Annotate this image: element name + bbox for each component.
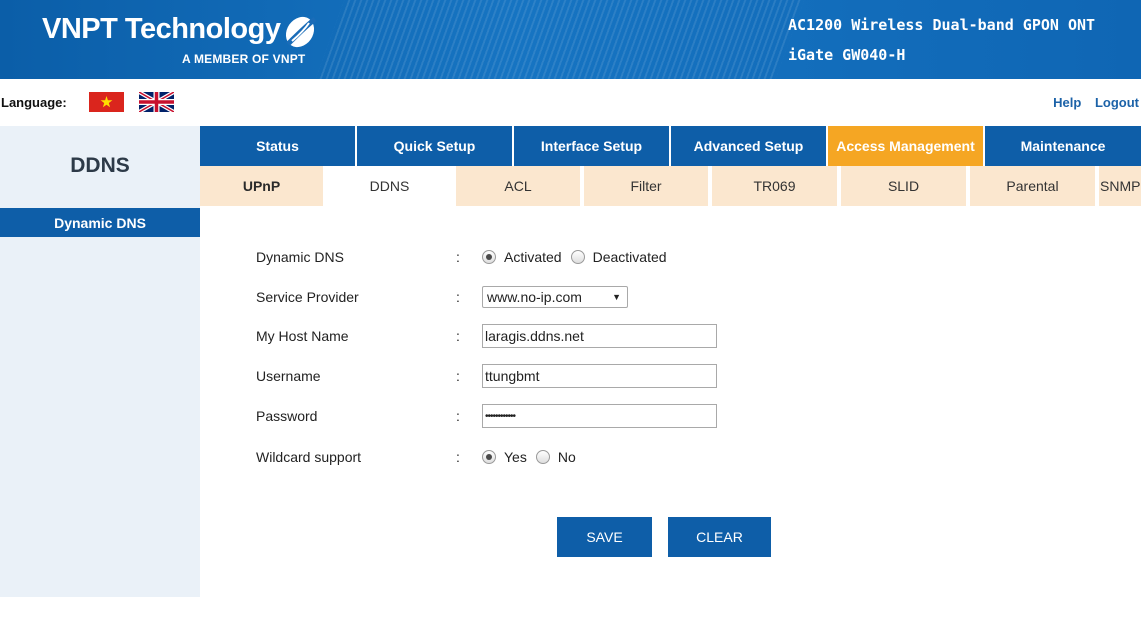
banner-decoration (315, 0, 805, 79)
password-label: Password (256, 408, 318, 424)
brand-name: VNPT Technology (42, 13, 281, 45)
save-button[interactable]: SAVE (557, 517, 652, 557)
deactivated-label: Deactivated (592, 249, 667, 265)
subtab-tr069[interactable]: TR069 (712, 166, 841, 206)
colon: : (456, 408, 460, 424)
wildcard-label: Wildcard support (256, 449, 362, 465)
dynamic-dns-radio-group: Activated Deactivated (482, 249, 676, 265)
dropdown-arrow-icon: ▼ (612, 292, 621, 302)
username-input[interactable]: ttungbmt (482, 364, 717, 388)
wildcard-row: Wildcard support : Yes No (256, 445, 585, 469)
wildcard-radio-group: Yes No (482, 449, 585, 465)
help-link[interactable]: Help (1053, 95, 1081, 110)
subtab-filter[interactable]: Filter (584, 166, 712, 206)
sub-nav: UPnP DDNS ACL Filter TR069 SLID Parental… (200, 166, 1141, 206)
wildcard-yes-option[interactable]: Yes (482, 449, 527, 465)
colon: : (456, 449, 460, 465)
sidebar-item-dynamic-dns[interactable]: Dynamic DNS (0, 208, 200, 237)
uk-flag-icon[interactable] (139, 92, 174, 112)
colon: : (456, 249, 460, 265)
username-label: Username (256, 368, 321, 384)
wildcard-no-label: No (557, 449, 576, 465)
main-nav: Status Quick Setup Interface Setup Advan… (200, 126, 1141, 166)
service-provider-label: Service Provider (256, 289, 359, 305)
sidebar-title: DDNS (70, 154, 130, 177)
host-name-label: My Host Name (256, 328, 349, 344)
vietnam-flag-icon[interactable] (89, 92, 124, 112)
deactivated-radio[interactable] (570, 250, 585, 264)
sidebar: DDNS Dynamic DNS (0, 126, 200, 597)
username-row: Username : ttungbmt (256, 364, 717, 388)
wildcard-yes-radio[interactable] (482, 450, 496, 464)
service-provider-value: www.no-ip.com (487, 289, 582, 305)
tab-advanced-setup[interactable]: Advanced Setup (671, 126, 828, 166)
activated-label: Activated (504, 249, 562, 265)
dynamic-dns-row: Dynamic DNS : Activated Deactivated (256, 245, 676, 269)
password-row: Password : •••••••••••• (256, 404, 717, 428)
service-provider-row: Service Provider : www.no-ip.com ▼ (256, 285, 628, 309)
host-name-input[interactable]: laragis.ddns.net (482, 324, 717, 348)
tab-interface-setup[interactable]: Interface Setup (514, 126, 671, 166)
host-name-row: My Host Name : laragis.ddns.net (256, 324, 717, 348)
wildcard-yes-label: Yes (504, 449, 527, 465)
tab-status[interactable]: Status (200, 126, 357, 166)
wildcard-no-option[interactable]: No (535, 449, 576, 465)
deactivated-option[interactable]: Deactivated (570, 249, 667, 265)
subtab-upnp[interactable]: UPnP (200, 166, 327, 206)
language-label: Language: (1, 95, 67, 110)
device-name: iGate GW040-H (788, 46, 906, 64)
brand-tagline: A MEMBER OF VNPT (182, 52, 306, 66)
wildcard-no-radio[interactable] (535, 450, 550, 464)
device-model: AC1200 Wireless Dual-band GPON ONT (788, 16, 1096, 34)
activated-radio[interactable] (482, 250, 496, 264)
dynamic-dns-label: Dynamic DNS (256, 249, 344, 265)
tab-maintenance[interactable]: Maintenance (985, 126, 1141, 166)
activated-option[interactable]: Activated (482, 249, 562, 265)
subtab-parental[interactable]: Parental (970, 166, 1099, 206)
subtab-slid[interactable]: SLID (841, 166, 970, 206)
tab-access-management[interactable]: Access Management (828, 126, 985, 166)
password-input[interactable]: •••••••••••• (482, 404, 717, 428)
subtab-snmp[interactable]: SNMP (1099, 166, 1141, 206)
colon: : (456, 289, 460, 305)
service-provider-select[interactable]: www.no-ip.com ▼ (482, 286, 628, 308)
header-banner: VNPT Technology A MEMBER OF VNPT AC1200 … (0, 0, 1141, 79)
clear-button[interactable]: CLEAR (668, 517, 771, 557)
colon: : (456, 328, 460, 344)
tab-quick-setup[interactable]: Quick Setup (357, 126, 514, 166)
subtab-ddns[interactable]: DDNS (327, 166, 456, 206)
subtab-acl[interactable]: ACL (456, 166, 584, 206)
colon: : (456, 368, 460, 384)
vnpt-logo-icon (285, 16, 317, 48)
top-links: Help Logout (1043, 95, 1139, 110)
logout-link[interactable]: Logout (1095, 95, 1139, 110)
